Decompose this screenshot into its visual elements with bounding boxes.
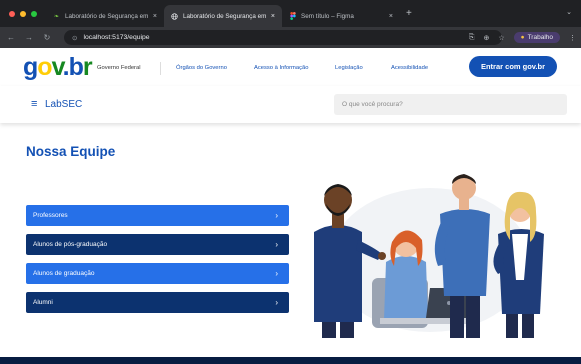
- logo-letter: v: [51, 53, 64, 81]
- menu-item-professores[interactable]: Professores ›: [26, 205, 289, 226]
- gov-header: gov.br Governo Federal Órgãos do Governo…: [0, 48, 581, 86]
- reload-icon[interactable]: ↻: [38, 33, 56, 42]
- avatar-icon: ●: [520, 34, 525, 41]
- profile-label: Trabalho: [527, 34, 553, 41]
- url-text: localhost:5173/equipe: [83, 34, 150, 41]
- link-acessibilidade[interactable]: Acessibilidade: [391, 65, 428, 71]
- chevron-right-icon: ›: [275, 298, 278, 307]
- page-footer: [0, 357, 581, 364]
- menu-item-label: Alunos de graduação: [33, 270, 95, 277]
- new-tab-button[interactable]: +: [406, 8, 412, 19]
- page-title: Nossa Equipe: [26, 144, 116, 159]
- browser-tab-figma[interactable]: Sem título – Figma ×: [282, 5, 400, 27]
- link-legislacao[interactable]: Legislação: [335, 65, 363, 71]
- tab-close-icon[interactable]: ×: [389, 13, 393, 20]
- address-bar[interactable]: ⊙ localhost:5173/equipe: [64, 30, 502, 45]
- logo-letter: g: [23, 53, 38, 81]
- tab-title: Laboratório de Segurança em: [183, 12, 267, 20]
- translate-icon[interactable]: ⎘: [469, 34, 475, 42]
- more-menu-icon[interactable]: ⋮: [569, 34, 576, 42]
- search-input[interactable]: O que você procura?: [334, 94, 567, 115]
- site-header: ≡ LabSEC O que você procura?: [0, 86, 581, 123]
- divider: [160, 62, 161, 75]
- browser-toolbar: ← → ↻ ⊙ localhost:5173/equipe ⎘ ⊕ ☆ ● Tr…: [0, 27, 581, 48]
- zoom-icon[interactable]: ⊕: [483, 34, 489, 42]
- login-govbr-button[interactable]: Entrar com gov.br: [469, 56, 557, 77]
- back-arrow-icon[interactable]: ←: [2, 33, 20, 42]
- leaf-favicon-icon: ❧: [53, 13, 60, 20]
- menu-item-alumni[interactable]: Alumni ›: [26, 292, 289, 313]
- link-orgaos-governo[interactable]: Órgãos do Governo: [176, 65, 227, 71]
- tab-title: Laboratório de Segurança em: [65, 12, 149, 20]
- browser-tab-labsec-2[interactable]: Laboratório de Segurança em ×: [164, 5, 282, 27]
- site-title[interactable]: LabSEC: [45, 99, 82, 110]
- chevron-right-icon: ›: [275, 240, 278, 249]
- menu-item-label: Alunos de pós-graduação: [33, 241, 108, 248]
- window-controls: [9, 10, 37, 17]
- browser-tab-labsec-1[interactable]: ❧ Laboratório de Segurança em ×: [46, 5, 164, 27]
- logo-letter: r: [82, 53, 93, 81]
- tab-close-icon[interactable]: ×: [271, 13, 275, 20]
- zoom-window-button[interactable]: [31, 10, 37, 17]
- chevron-right-icon: ›: [275, 211, 278, 220]
- toolbar-actions: ⎘ ⊕ ☆ ● Trabalho ⋮: [469, 27, 581, 48]
- hamburger-menu-icon[interactable]: ≡: [31, 98, 37, 110]
- site-info-icon[interactable]: ⊙: [72, 34, 77, 42]
- tab-title: Sem título – Figma: [301, 12, 354, 20]
- tab-search-chevron-icon[interactable]: ⌄: [566, 8, 572, 16]
- government-label: Governo Federal: [97, 65, 141, 71]
- minimize-window-button[interactable]: [20, 10, 26, 17]
- close-window-button[interactable]: [9, 10, 15, 17]
- menu-item-pos-graduacao[interactable]: Alunos de pós-graduação ›: [26, 234, 289, 255]
- team-illustration: [314, 174, 544, 338]
- bookmark-star-icon[interactable]: ☆: [498, 34, 504, 42]
- globe-favicon-icon: [171, 12, 178, 20]
- tab-close-icon[interactable]: ×: [153, 13, 157, 20]
- figma-favicon-icon: [289, 12, 296, 20]
- menu-item-label: Professores: [33, 212, 68, 219]
- forward-arrow-icon[interactable]: →: [20, 33, 38, 42]
- logo-letter: b: [68, 53, 84, 81]
- link-acesso-informacao[interactable]: Acesso à Informação: [254, 65, 308, 71]
- browser-tab-strip: ❧ Laboratório de Segurança em × Laborató…: [0, 0, 581, 27]
- gov-br-logo[interactable]: gov.br: [23, 53, 93, 81]
- logo-letter: o: [37, 53, 52, 81]
- menu-item-graduacao[interactable]: Alunos de graduação ›: [26, 263, 289, 284]
- chevron-right-icon: ›: [275, 269, 278, 278]
- profile-chip[interactable]: ● Trabalho: [513, 32, 560, 43]
- menu-item-label: Alumni: [33, 299, 53, 306]
